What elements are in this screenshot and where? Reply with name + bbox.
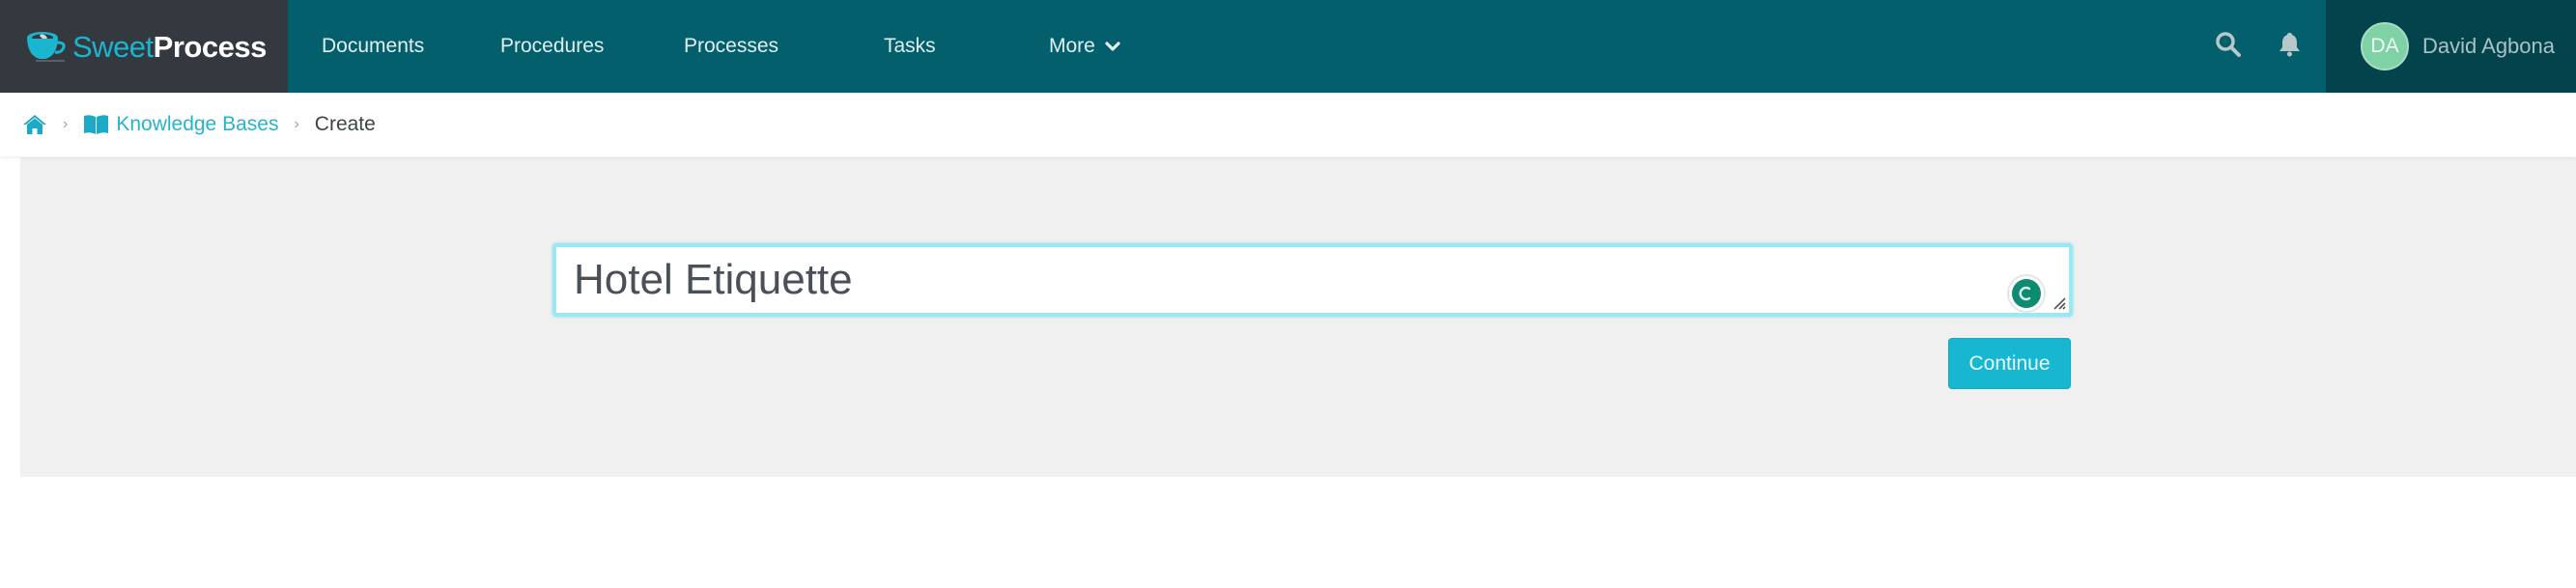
nav-processes[interactable]: Processes	[684, 0, 778, 93]
nav-processes-label: Processes	[684, 35, 779, 57]
continue-button[interactable]: Continue	[1948, 338, 2071, 389]
title-field-wrapper	[552, 243, 2073, 317]
nav-tasks-label: Tasks	[884, 35, 936, 57]
nav-more-dropdown[interactable]: More	[1049, 0, 1120, 93]
knowledge-base-title-input[interactable]	[574, 251, 1984, 309]
grammarly-button[interactable]	[2007, 274, 2046, 313]
top-navbar: SweetProcess Documents Procedures Proces…	[0, 0, 2576, 93]
search-icon[interactable]	[2215, 31, 2241, 57]
breadcrumb-separator: ›	[294, 116, 299, 132]
breadcrumb-separator: ›	[63, 116, 69, 132]
brand-logo[interactable]: SweetProcess	[0, 0, 288, 93]
user-name: David Agbona	[2422, 34, 2555, 58]
home-icon[interactable]	[22, 114, 47, 135]
chevron-down-icon	[1105, 42, 1120, 51]
grammarly-glyph-icon	[2019, 286, 2031, 301]
grammarly-icon	[2012, 279, 2041, 308]
nav-documents[interactable]: Documents	[322, 0, 424, 93]
breadcrumb-knowledge-bases[interactable]: Knowledge Bases	[116, 113, 278, 136]
avatar: DA	[2361, 22, 2409, 70]
nav-documents-label: Documents	[322, 35, 425, 57]
bell-icon[interactable]	[2277, 31, 2303, 57]
nav-procedures[interactable]: Procedures	[500, 0, 604, 93]
coffee-cup-logo-icon	[27, 32, 66, 62]
book-icon	[84, 115, 109, 134]
nav-procedures-label: Procedures	[500, 35, 605, 57]
nav-more-label: More	[1049, 35, 1095, 57]
avatar-initials: DA	[2370, 35, 2399, 57]
brand-name-sweet: Sweet	[72, 29, 154, 64]
brand-name: SweetProcess	[72, 32, 267, 62]
brand-name-process: Process	[153, 29, 268, 64]
resize-handle-icon[interactable]	[2052, 295, 2067, 311]
breadcrumb: › Knowledge Bases › Create	[0, 93, 2576, 156]
create-panel	[20, 157, 2576, 477]
user-menu[interactable]: DA David Agbona	[2326, 0, 2576, 93]
nav-tasks[interactable]: Tasks	[884, 0, 936, 93]
breadcrumb-current: Create	[314, 113, 376, 135]
